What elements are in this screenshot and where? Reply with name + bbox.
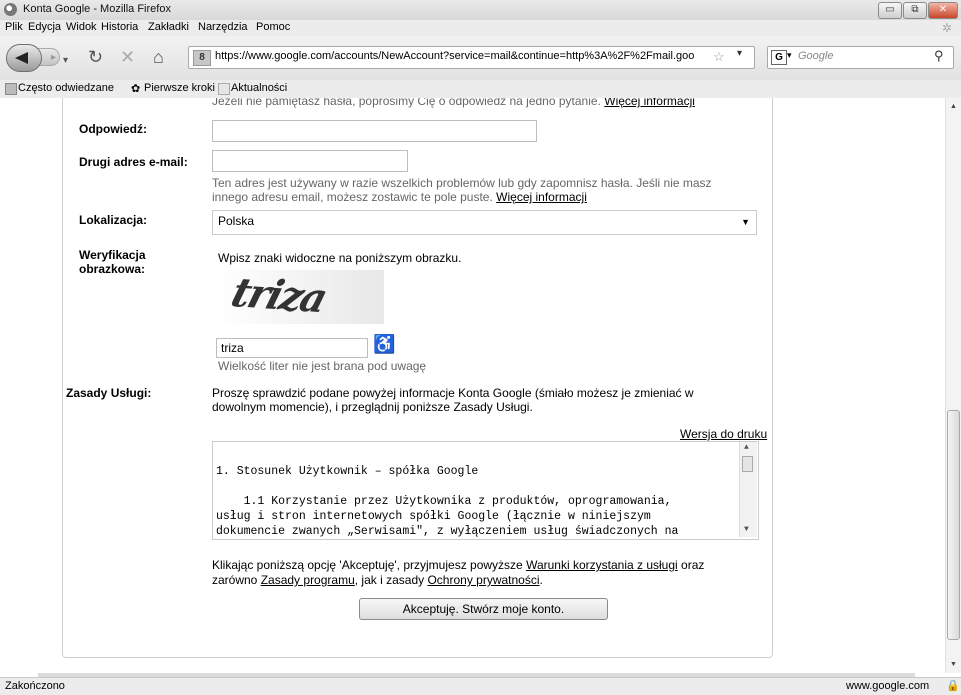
lock-icon: 🔒 bbox=[946, 680, 960, 692]
url-bar[interactable]: 8 https://www.google.com/accounts/NewAcc… bbox=[188, 46, 755, 69]
tos-label: Zasady Usługi: bbox=[66, 386, 152, 400]
smart-folder-icon bbox=[5, 83, 17, 95]
throbber-icon: ✲ bbox=[942, 21, 953, 35]
firefox-bookmark-icon: ✿ bbox=[131, 83, 141, 95]
menu-tools[interactable]: Narzędzia bbox=[198, 21, 248, 33]
bookmarks-toolbar: Często odwiedzane ✿ Pierwsze kroki Aktua… bbox=[0, 80, 961, 99]
search-icon[interactable]: ⚲ bbox=[934, 48, 944, 64]
secondary-email-hint-line1: Ten adres jest używany w razie wszelkich… bbox=[212, 176, 712, 190]
reload-icon[interactable]: ↻ bbox=[88, 48, 103, 66]
secondary-email-label: Drugi adres e-mail: bbox=[79, 155, 188, 169]
google-engine-icon[interactable]: G bbox=[771, 50, 787, 65]
tos-scroll-thumb[interactable] bbox=[742, 456, 753, 472]
accessibility-audio-icon[interactable]: ♿ bbox=[373, 334, 395, 355]
bookmark-news[interactable]: Aktualności bbox=[231, 82, 287, 94]
accept-create-account-button[interactable]: Akceptuję. Stwórz moje konto. bbox=[359, 598, 608, 620]
privacy-link[interactable]: Ochrony prywatności bbox=[427, 573, 539, 587]
maximize-button[interactable]: ⧉ bbox=[903, 2, 927, 19]
rss-icon bbox=[218, 83, 230, 95]
title-bar: Konta Google - Mozilla Firefox ▭ ⧉ ✕ bbox=[0, 0, 961, 21]
url-text[interactable]: https://www.google.com/accounts/NewAccou… bbox=[215, 50, 715, 62]
captcha-case-hint: Wielkość liter nie jest brana pod uwagę bbox=[218, 359, 427, 373]
scroll-down-icon[interactable]: ▼ bbox=[744, 525, 749, 534]
tos-intro-line2: dowolnym momencie), i przeglądnij poniżs… bbox=[212, 400, 533, 414]
question-hint: Jeżeli nie pamiętasz hasła, poprosimy Ci… bbox=[212, 98, 695, 108]
tos-text: 1. Stosunek Użytkownik – spółka Google 1… bbox=[216, 465, 679, 538]
home-icon[interactable]: ⌂ bbox=[153, 48, 164, 66]
site-identity-icon[interactable]: 8 bbox=[193, 50, 211, 66]
bookmark-star-icon[interactable]: ☆ bbox=[713, 49, 725, 65]
answer-input[interactable] bbox=[212, 120, 537, 142]
captcha-input[interactable] bbox=[216, 338, 368, 358]
answer-label: Odpowiedź: bbox=[79, 122, 147, 136]
more-info-link[interactable]: Więcej informacji bbox=[604, 98, 695, 108]
tos-intro-line1: Proszę sprawdzić podane powyżej informac… bbox=[212, 386, 694, 400]
firefox-icon bbox=[4, 3, 17, 16]
status-bar: Zakończono www.google.com 🔒 bbox=[0, 677, 961, 695]
menu-bar: Plik Edycja Widok Historia Zakładki Narz… bbox=[0, 20, 961, 36]
menu-history[interactable]: Historia bbox=[101, 21, 138, 33]
page-scroll-thumb[interactable] bbox=[947, 410, 960, 640]
history-dropdown-icon[interactable]: ▾ bbox=[63, 52, 68, 70]
back-button[interactable] bbox=[6, 44, 42, 72]
location-value: Polska bbox=[218, 214, 255, 228]
status-text: Zakończono bbox=[5, 680, 65, 692]
accept-text-line1: Klikając poniższą opcję 'Akceptuję', prz… bbox=[212, 558, 705, 572]
chevron-down-icon: ▼ bbox=[741, 217, 750, 227]
page-scrollbar[interactable]: ▲ ▼ bbox=[945, 98, 961, 673]
close-window-button[interactable]: ✕ bbox=[928, 2, 958, 19]
secondary-email-hint-line2: innego adresu email, możesz zostawic te … bbox=[212, 190, 587, 204]
page-content: Jeżeli nie pamiętasz hasła, poprosimy Ci… bbox=[0, 98, 945, 673]
page-scroll-down-icon[interactable]: ▼ bbox=[950, 661, 957, 668]
captcha-label-2: obrazkowa: bbox=[79, 262, 146, 276]
more-info-link-2[interactable]: Więcej informacji bbox=[496, 190, 587, 204]
minimize-button[interactable]: ▭ bbox=[878, 2, 902, 19]
captcha-label-1: Weryfikacja bbox=[79, 248, 146, 262]
bookmark-often-visited[interactable]: Często odwiedzane bbox=[18, 82, 114, 94]
tos-textarea[interactable]: 1. Stosunek Użytkownik – spółka Google 1… bbox=[212, 441, 759, 540]
print-version-link[interactable]: Wersja do druku bbox=[680, 427, 767, 441]
tos-scrollbar[interactable]: ▲ ▼ bbox=[739, 442, 757, 537]
captcha-image: triza bbox=[218, 268, 384, 324]
navigation-toolbar: ▸ ▾ ↻ ✕ ⌂ 8 https://www.google.com/accou… bbox=[0, 36, 961, 81]
search-bar[interactable]: G ▾ Google ⚲ bbox=[767, 46, 954, 69]
scroll-up-icon[interactable]: ▲ bbox=[744, 443, 749, 452]
captcha-image-text: triza bbox=[226, 268, 332, 323]
menu-help[interactable]: Pomoc bbox=[256, 21, 290, 33]
bookmark-getting-started[interactable]: Pierwsze kroki bbox=[144, 82, 215, 94]
window-title: Konta Google - Mozilla Firefox bbox=[23, 3, 171, 15]
search-placeholder[interactable]: Google bbox=[798, 50, 833, 62]
menu-bookmarks[interactable]: Zakładki bbox=[148, 21, 189, 33]
location-select[interactable]: Polska ▼ bbox=[212, 210, 757, 235]
url-dropdown-icon[interactable]: ▾ bbox=[737, 48, 742, 59]
page-scroll-up-icon[interactable]: ▲ bbox=[950, 103, 957, 110]
engine-dropdown-icon[interactable]: ▾ bbox=[787, 50, 792, 61]
terms-link[interactable]: Warunki korzystania z usługi bbox=[526, 558, 678, 572]
accept-text-line2: zarówno Zasady programu, jak i zasady Oc… bbox=[212, 573, 543, 587]
location-label: Lokalizacja: bbox=[79, 213, 148, 227]
program-policy-link[interactable]: Zasady programu bbox=[261, 573, 355, 587]
captcha-instruction: Wpisz znaki widoczne na poniższym obrazk… bbox=[218, 251, 462, 265]
menu-view[interactable]: Widok bbox=[66, 21, 97, 33]
status-domain: www.google.com bbox=[846, 680, 930, 692]
stop-icon[interactable]: ✕ bbox=[120, 48, 135, 66]
menu-file[interactable]: Plik bbox=[5, 21, 23, 33]
secondary-email-input[interactable] bbox=[212, 150, 408, 172]
menu-edit[interactable]: Edycja bbox=[28, 21, 61, 33]
